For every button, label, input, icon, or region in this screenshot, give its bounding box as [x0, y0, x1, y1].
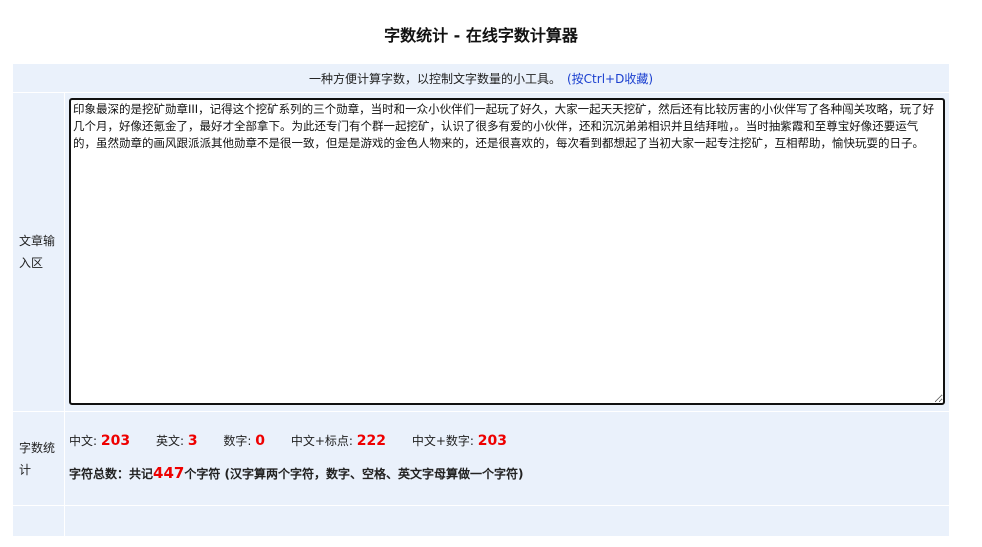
- chinese-count: 203: [100, 433, 131, 449]
- intro-cell: 一种方便计算字数，以控制文字数量的小工具。 (按Ctrl+D收藏): [12, 63, 950, 93]
- empty-content-cell: [64, 505, 950, 537]
- page-title: 字数统计 - 在线字数计算器: [384, 26, 578, 45]
- stats-label: 字数统计: [12, 411, 65, 506]
- stats-row: 字数统计 中文: 203 英文: 3 数字: 0 中文+标点: 222 中文+数…: [12, 411, 950, 506]
- digits-stat: 数字: 0: [223, 433, 266, 449]
- total-suffix: 个字符 (汉字算两个字符，数字、空格、英文字母算做一个字符): [184, 467, 524, 481]
- chinese-punct-count: 222: [356, 433, 387, 449]
- empty-row: [12, 505, 950, 537]
- digits-label: 数字:: [223, 434, 252, 448]
- stats-cell: 中文: 203 英文: 3 数字: 0 中文+标点: 222 中文+数字: 20…: [64, 411, 950, 506]
- input-row: 文章输入区 印象最深的是挖矿勋章III，记得这个挖矿系列的三个勋章，当时和一众小…: [12, 92, 950, 412]
- stats-line: 中文: 203 英文: 3 数字: 0 中文+标点: 222 中文+数字: 20…: [69, 432, 949, 450]
- counter-panel: 一种方便计算字数，以控制文字数量的小工具。 (按Ctrl+D收藏) 文章输入区 印…: [12, 63, 950, 537]
- total-prefix: 字符总数：共记: [69, 467, 154, 481]
- english-label: 英文:: [155, 434, 184, 448]
- total-count: 447: [153, 464, 185, 482]
- chinese-stat: 中文: 203: [69, 433, 131, 449]
- intro-text: 一种方便计算字数，以控制文字数量的小工具。: [308, 71, 561, 86]
- chinese-digits-stat: 中文+数字: 203: [411, 433, 508, 449]
- english-count: 3: [187, 433, 198, 449]
- input-cell: 印象最深的是挖矿勋章III，记得这个挖矿系列的三个勋章，当时和一众小伙伴们一起玩…: [64, 92, 950, 412]
- chinese-label: 中文:: [69, 434, 98, 448]
- article-input[interactable]: 印象最深的是挖矿勋章III，记得这个挖矿系列的三个勋章，当时和一众小伙伴们一起玩…: [69, 98, 945, 405]
- chinese-digits-count: 203: [477, 433, 508, 449]
- chinese-punct-stat: 中文+标点: 222: [290, 433, 387, 449]
- empty-label-cell: [12, 505, 65, 537]
- chinese-digits-label: 中文+数字:: [411, 434, 474, 448]
- digits-count: 0: [255, 433, 266, 449]
- intro-row: 一种方便计算字数，以控制文字数量的小工具。 (按Ctrl+D收藏): [12, 63, 950, 93]
- english-stat: 英文: 3: [155, 433, 198, 449]
- bookmark-link[interactable]: (按Ctrl+D收藏): [567, 72, 653, 86]
- chinese-punct-label: 中文+标点:: [290, 434, 353, 448]
- total-line: 字符总数：共记447个字符 (汉字算两个字符，数字、空格、英文字母算做一个字符): [69, 464, 949, 482]
- input-label: 文章输入区: [12, 92, 65, 412]
